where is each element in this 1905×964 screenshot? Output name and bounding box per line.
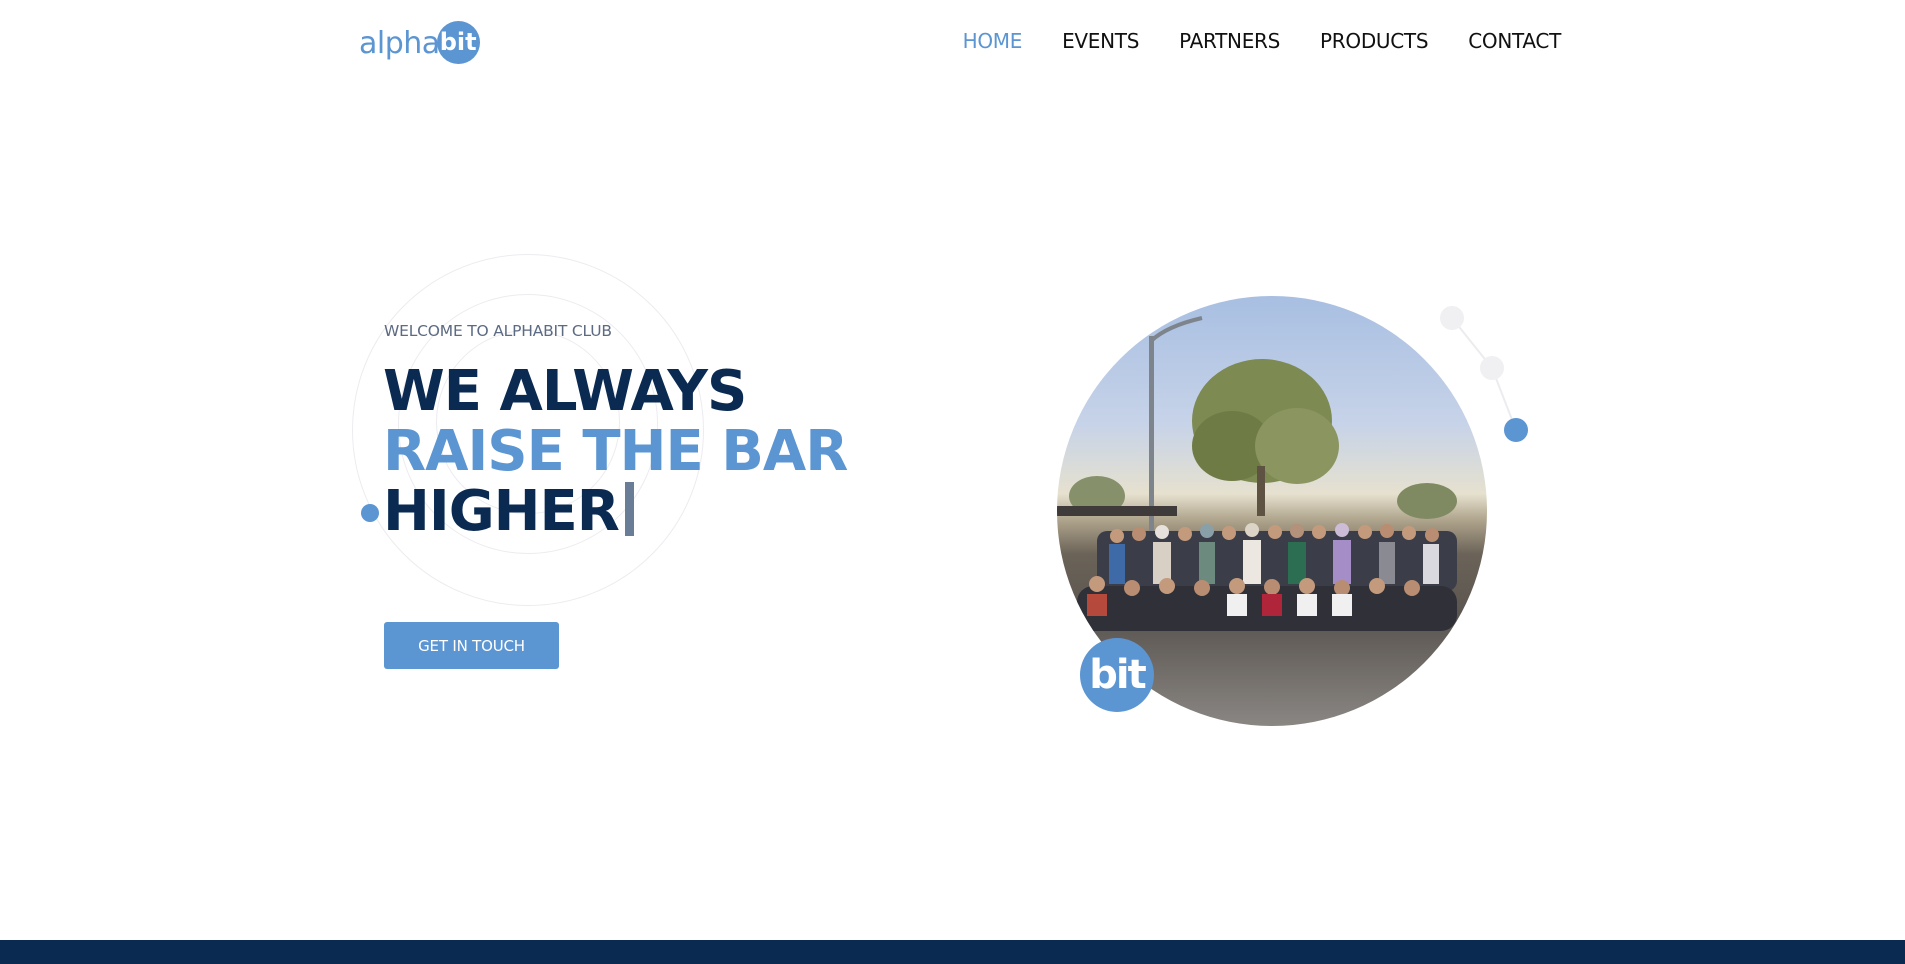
hero-headline: WE ALWAYS RAISE THE BAR HIGHER	[383, 359, 848, 542]
main-nav: HOME EVENTS PARTNERS PRODUCTS CONTACT	[963, 29, 1562, 53]
bit-badge: bit	[1080, 638, 1154, 712]
nav-events[interactable]: EVENTS	[1062, 29, 1139, 53]
headline-line-1: WE ALWAYS	[383, 359, 747, 424]
headline-line-3-text: HIGHER	[383, 479, 620, 544]
decorative-dot	[361, 504, 379, 522]
alphabit-logo[interactable]: alpha bit	[359, 19, 480, 65]
headline-line-2: RAISE THE BAR	[383, 419, 848, 484]
nav-products[interactable]: PRODUCTS	[1320, 29, 1429, 53]
footer-band	[0, 940, 1905, 964]
typing-caret	[624, 482, 634, 536]
nav-partners[interactable]: PARTNERS	[1179, 29, 1280, 53]
hero-eyebrow: WELCOME TO ALPHABIT CLUB	[384, 322, 612, 340]
logo-bit-circle: bit	[436, 20, 480, 64]
connected-dots-icon	[1440, 306, 1528, 442]
site-header: alpha bit HOME EVENTS PARTNERS PRODUCTS …	[0, 0, 1905, 88]
nav-contact[interactable]: CONTACT	[1468, 29, 1561, 53]
get-in-touch-button[interactable]: GET IN TOUCH	[384, 622, 559, 669]
headline-line-3: HIGHER	[383, 482, 847, 542]
logo-alpha-text: alpha	[359, 26, 440, 61]
nav-home[interactable]: HOME	[963, 29, 1023, 53]
